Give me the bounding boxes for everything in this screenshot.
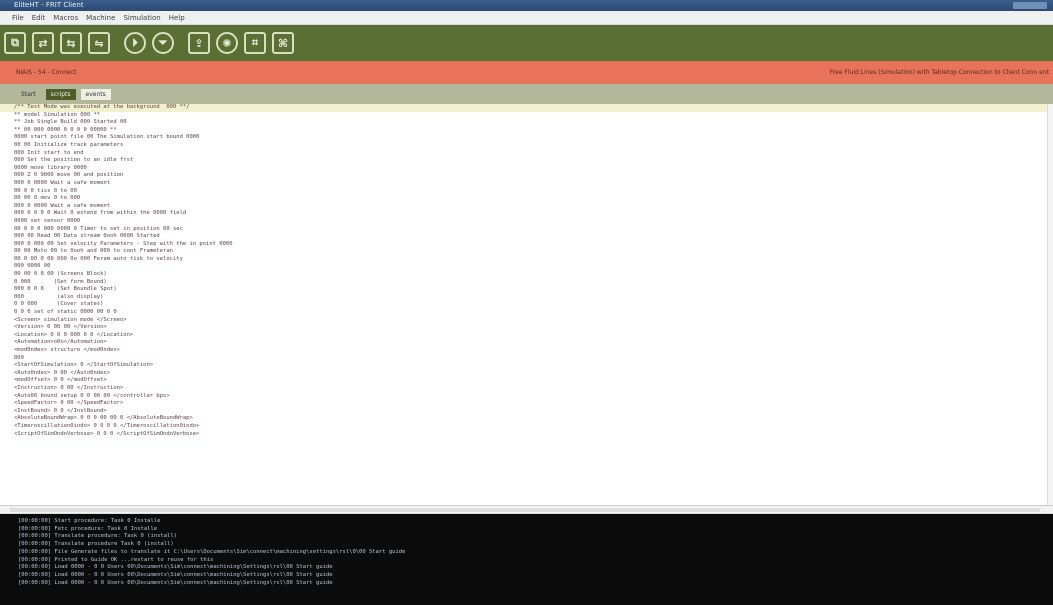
editor-line: 0000 move library 0000 [14, 164, 87, 171]
window-title: EliteHT - FRIT Client [14, 1, 84, 9]
editor-line: <Auto00 bound setup 0 0 00 00 </controll… [14, 392, 170, 399]
editor-line: 0000 start point file 00 The Simulation … [14, 134, 200, 141]
output-console: [00:00:00] Start procedure: Task 0 Insta… [0, 514, 1053, 605]
editor-line: ** 00 000 0000 0 0 0 0 00000 ** [14, 126, 117, 133]
editor-line: 000 0 0000 Wait a safe moment [14, 179, 111, 186]
editor-line: ** model Simulation 000 ** [14, 111, 101, 118]
console-line: [00:00:00] Load 0000 - 0 0 Users 00\Docu… [18, 571, 333, 578]
scrollbar-thumb[interactable] [10, 508, 1040, 512]
console-line: [00:00:00] Translate procedure: Task 0 (… [18, 533, 177, 540]
editor-line: <InstBound> 0 0 </InstBound> [14, 407, 107, 414]
save-icon[interactable]: ⇆ [60, 32, 82, 54]
stop-icon[interactable]: ⏷ [152, 32, 174, 54]
editor-line: <Auto0ndex> 0 00 </Auto0ndex> [14, 369, 111, 376]
macro-icon[interactable]: ⌘ [272, 32, 294, 54]
editor-line: ** Job Single Build 000 Started 00 [14, 119, 127, 126]
editor-line: 00 00 0 0 00 (Screens Block) [14, 271, 107, 278]
window-titlebar: EliteHT - FRIT Client [0, 0, 1053, 11]
editor-line: 0000 set sensor 0000 [14, 217, 81, 224]
menu-item-machine[interactable]: Machine [86, 14, 115, 22]
editor-line: 000 0 0000 Wait a safe moment [14, 202, 111, 209]
editor-line: 0 000 (Set form Bound) [14, 278, 107, 285]
editor-line: /** Test Mode was executed at the backgr… [14, 104, 190, 110]
settings-icon[interactable]: ✺ [216, 32, 238, 54]
editor-line: <StartOfSimulation> 0 </StartOfSimulatio… [14, 362, 154, 369]
menu-item-simulation[interactable]: Simulation [123, 14, 160, 22]
editor-line: <mod0ndex> structure </mod0ndex> [14, 347, 120, 353]
editor-line: 000 0 0 0 0 Wait 0 extend from within th… [14, 210, 187, 217]
editor-line: <Automation>o0o</Automation> [14, 339, 107, 346]
toolbar: ⧉ ⇄ ⇆ ⇋ ⏵ ⏷ ⇪ ✺ ⌗ ⌘ [0, 25, 1053, 61]
editor-line: 000 0 0 0 (Set Boundle Spot) [14, 286, 117, 293]
editor-line: 00 00 Initialize track parameters [14, 141, 124, 148]
open-file-icon[interactable]: ⇄ [32, 32, 54, 54]
script-editor[interactable]: /** Test Mode was executed at the backgr… [0, 104, 1053, 506]
status-left-text: NIAIS - 54 - Connect [16, 69, 77, 76]
editor-tabs: Start scripts events [0, 84, 1053, 104]
console-line: [00:00:00] Load 0000 - 0 0 Users 00\Docu… [18, 564, 333, 571]
editor-vertical-scrollbar[interactable] [1047, 104, 1053, 505]
connect-icon[interactable]: ⌗ [244, 32, 266, 54]
run-icon[interactable]: ⏵ [124, 32, 146, 54]
editor-line: 000 0000 00 [14, 263, 51, 270]
upload-icon[interactable]: ⇪ [188, 32, 210, 54]
editor-line: 00 00 Moto 00 to 0ooh and 000 to cont Fr… [14, 248, 173, 255]
console-line: [00:00:00] File Generate files to transl… [18, 548, 406, 555]
editor-line: 000 (also display) [14, 293, 104, 300]
editor-line: <ScriptOfSimOndoVerbose> 0 0 0 </ScriptO… [14, 430, 200, 437]
editor-line: 000 00 Read 00 Data stream 0ooh 0000 Sta… [14, 233, 160, 240]
editor-line: <AbsoluteBoundWrap> 0 0 0 00 00 0 </Abso… [14, 415, 193, 422]
editor-line: 00 0 0 0 000 0000 0 Timer to set in posi… [14, 225, 183, 232]
menu-item-edit[interactable]: Edit [32, 14, 46, 22]
tab-start[interactable]: Start [16, 89, 41, 100]
menu-bar: File Edit Macros Machine Simulation Help [0, 11, 1053, 25]
editor-line: <Screen> simulation mode </Screen> [14, 316, 127, 323]
editor-line: 00 00 0 mov 0 to 000 [14, 195, 81, 202]
editor-line: <Timeroscillation0indo> 0 0 0 0 </Timero… [14, 422, 200, 429]
console-line: [00:00:00] Translate procedure Task 0 (i… [18, 541, 174, 548]
editor-line: <SpeedFactor> 0 00 </SpeedFactor> [14, 400, 124, 407]
menu-item-macros[interactable]: Macros [53, 14, 78, 22]
menu-item-help[interactable]: Help [169, 14, 185, 22]
editor-line: 0 0 0 set of static 0000 00 0 0 [14, 309, 117, 316]
editor-line: <Version> 0 00 00 </Version> [14, 324, 107, 331]
console-line: [00:00:00] Start procedure: Task 0 Insta… [18, 518, 161, 524]
save-as-icon[interactable]: ⇋ [88, 32, 110, 54]
editor-text[interactable]: /** Test Mode was executed at the backgr… [14, 104, 233, 438]
editor-line: 000 Set the position to an idle frst [14, 157, 134, 164]
menu-item-file[interactable]: File [12, 14, 24, 22]
editor-horizontal-scrollbar[interactable] [0, 506, 1053, 514]
editor-line: 0 0 000 (Cover states) [14, 301, 104, 308]
window-controls[interactable] [1013, 2, 1047, 9]
connection-status-bar: NIAIS - 54 - Connect Free Fluid Lines (S… [0, 61, 1053, 84]
editor-line: 000 Init start to end [14, 149, 84, 156]
editor-line: <modOffset> 0 0 </modOffset> [14, 377, 107, 384]
console-line: [00:00:00] Printed to Guide OK ...restar… [18, 556, 214, 563]
editor-line: 00 0 00 0 00 000 0o 000 Feram auto tisk … [14, 255, 183, 262]
editor-line: <Instruction> 0 00 </Instruction> [14, 384, 124, 391]
editor-line: 000 0 000 00 Set velocity Parameters - S… [14, 240, 233, 247]
console-line: [00:00:00] Load 0000 - 0 0 Users 00\Docu… [18, 579, 333, 586]
tab-events[interactable]: events [80, 88, 111, 100]
new-file-icon[interactable]: ⧉ [4, 32, 26, 54]
editor-line: 000 Z 0 9000 move 00 and position [14, 172, 124, 179]
editor-line: 00 0 0 tiss 0 to 00 [14, 187, 77, 194]
console-line: [00:00:00] Fetc procedure: Task 0 Instal… [18, 525, 158, 532]
editor-line: <Location> 0 0 0 000 0 0 </Location> [14, 331, 134, 338]
editor-line: 000 [14, 354, 24, 361]
tab-scripts[interactable]: scripts [45, 88, 76, 100]
status-right-text: Free Fluid Lines (Simulation) with Table… [829, 69, 1049, 76]
